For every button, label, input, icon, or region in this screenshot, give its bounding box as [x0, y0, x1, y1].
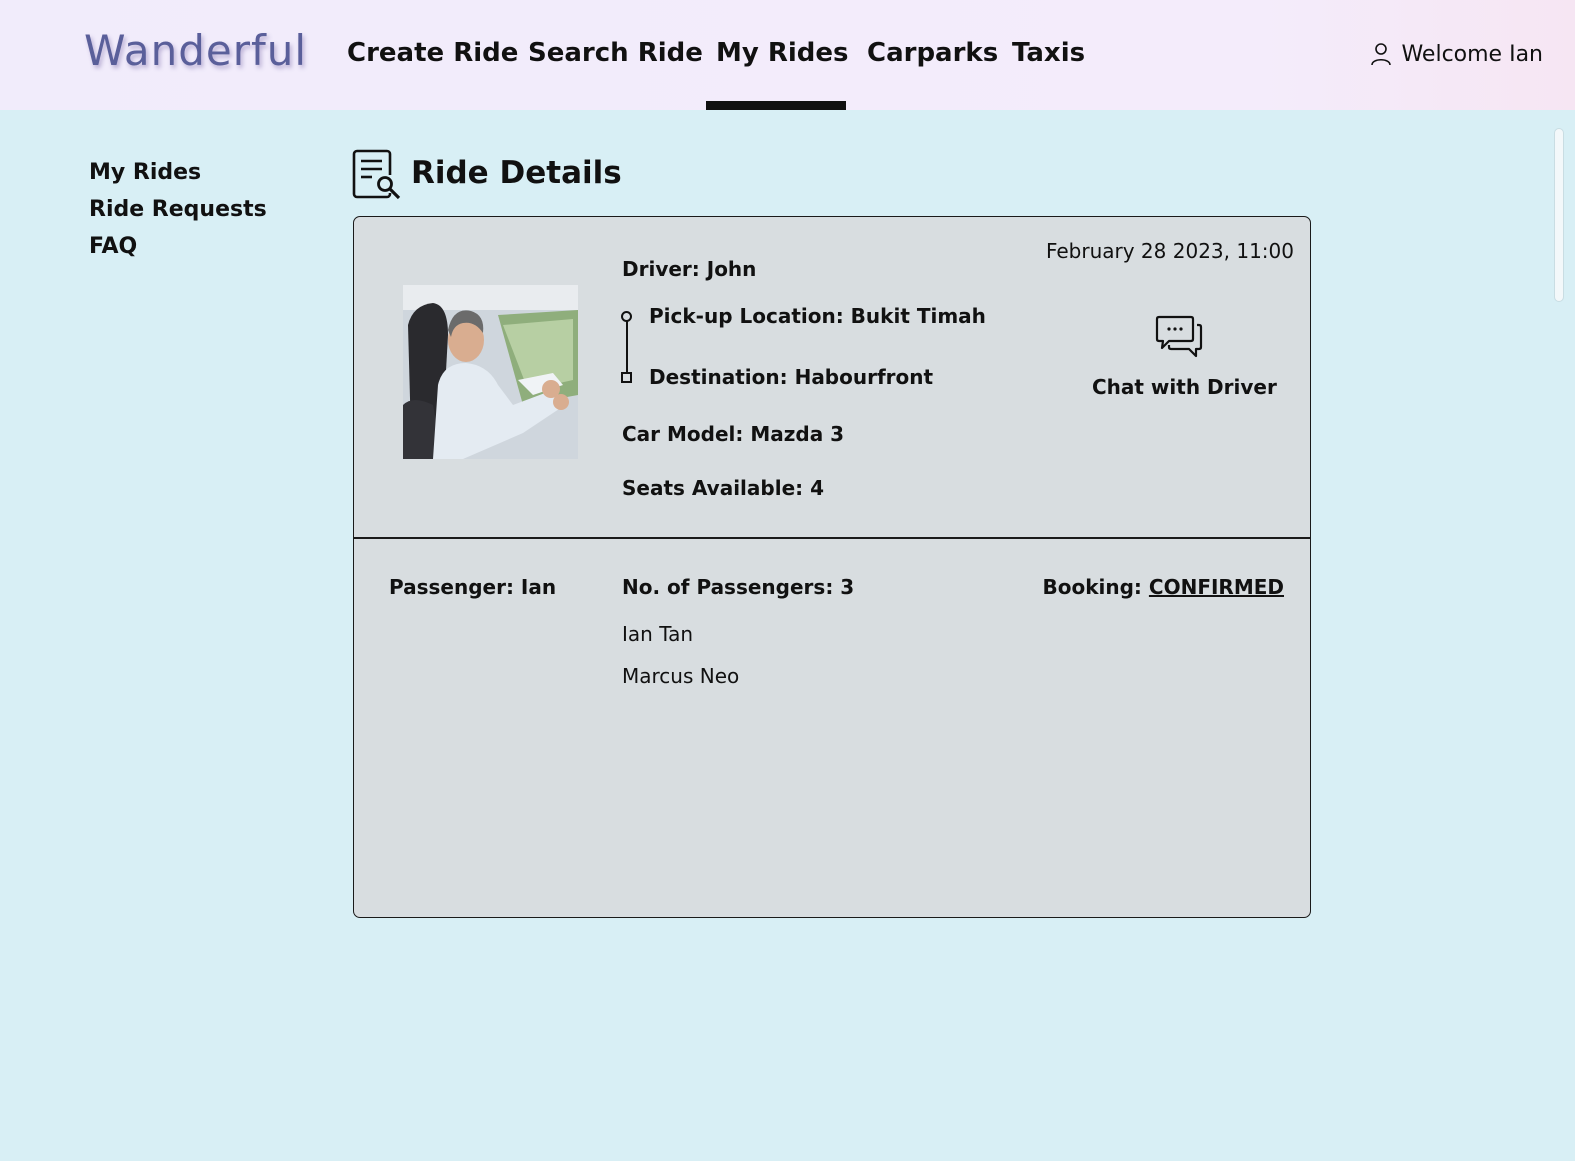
top-header: Wanderful Create Ride Search Ride My Rid… [0, 0, 1575, 110]
nav-carparks[interactable]: Carparks [867, 38, 998, 68]
car-model: Car Model: Mazda 3 [622, 422, 845, 446]
number-of-passengers: No. of Passengers: 3 [622, 575, 855, 599]
pickup-marker-icon [621, 311, 632, 322]
chat-with-driver-label[interactable]: Chat with Driver [1092, 375, 1277, 399]
booking-label: Booking: [1042, 575, 1149, 599]
destination: Destination: Habourfront [649, 365, 934, 389]
nav-my-rides[interactable]: My Rides [716, 38, 849, 68]
nav-create-ride[interactable]: Create Ride [347, 38, 518, 68]
booking-status-line: Booking: CONFIRMED [1043, 575, 1285, 599]
welcome-text[interactable]: Welcome Ian [1401, 42, 1543, 67]
passenger-list-item: Ian Tan [622, 622, 694, 646]
driver-photo [403, 285, 578, 459]
passenger-list-item: Marcus Neo [622, 664, 740, 688]
passenger-name: Passenger: Ian [389, 575, 557, 599]
sidebar-item-faq[interactable]: FAQ [89, 234, 137, 259]
sidebar-item-my-rides[interactable]: My Rides [89, 160, 201, 185]
sidebar-item-ride-requests[interactable]: Ride Requests [89, 197, 267, 222]
pickup-location: Pick-up Location: Bukit Timah [649, 304, 986, 328]
seats-available: Seats Available: 4 [622, 476, 825, 500]
active-nav-indicator [706, 101, 846, 110]
user-icon[interactable] [1370, 42, 1392, 66]
logo[interactable]: Wanderful [84, 26, 307, 75]
ride-details-card: February 28 2023, 11:00 Driver: John Pic… [353, 216, 1311, 918]
nav-taxis[interactable]: Taxis [1012, 38, 1085, 68]
document-search-icon [352, 149, 401, 200]
nav-search-ride[interactable]: Search Ride [528, 38, 703, 68]
scrollbar[interactable] [1554, 128, 1564, 302]
page-title: Ride Details [411, 155, 622, 191]
chat-bubbles-icon[interactable] [1154, 315, 1204, 361]
destination-marker-icon [621, 372, 632, 383]
card-divider [354, 537, 1310, 539]
driver-name: Driver: John [622, 257, 757, 281]
route-line [626, 317, 628, 379]
booking-status-link[interactable]: CONFIRMED [1149, 575, 1284, 599]
ride-datetime: February 28 2023, 11:00 [1045, 239, 1294, 263]
chat-with-driver-button[interactable]: Chat with Driver [1074, 313, 1284, 413]
